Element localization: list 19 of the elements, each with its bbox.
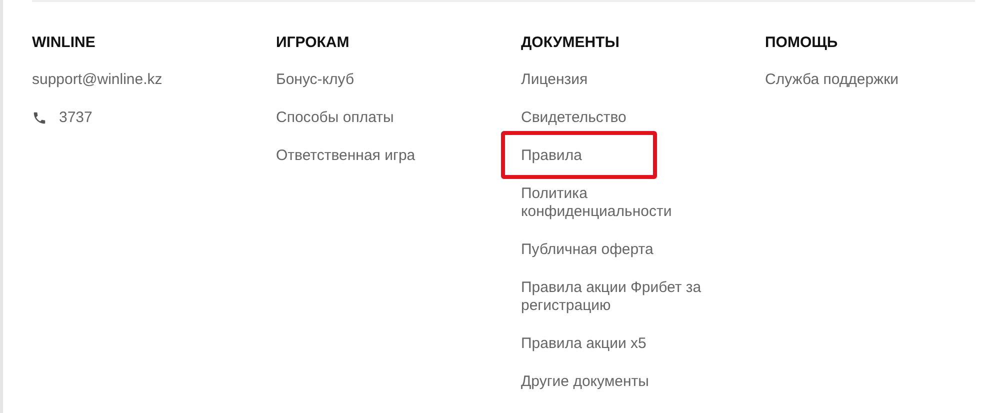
- phone-icon: [32, 110, 47, 126]
- footer-link[interactable]: Правила акции x5: [521, 335, 646, 353]
- footer-link[interactable]: Правила акции Фрибет за регистрацию: [521, 279, 726, 315]
- phone-link[interactable]: 3737: [59, 109, 92, 127]
- footer-link[interactable]: Служба поддержки: [765, 71, 899, 89]
- column-heading: WINLINE: [32, 34, 96, 52]
- footer-link[interactable]: Публичная оферта: [521, 241, 654, 259]
- footer-link[interactable]: Способы оплаты: [276, 109, 394, 127]
- footer-link[interactable]: Бонус-клуб: [276, 71, 354, 89]
- email-link[interactable]: support@winline.kz: [32, 71, 162, 89]
- column-heading: ИГРОКАМ: [276, 34, 350, 52]
- column-heading: ДОКУМЕНТЫ: [521, 34, 620, 52]
- footer-link[interactable]: Свидетельство: [521, 109, 626, 127]
- footer-link[interactable]: Политика конфиденциальности: [521, 185, 726, 221]
- footer-link[interactable]: Другие документы: [521, 373, 649, 391]
- column-heading: ПОМОЩЬ: [765, 34, 838, 52]
- footer-link[interactable]: Ответственная игра: [276, 147, 416, 165]
- footer-link[interactable]: Лицензия: [521, 71, 588, 89]
- footer-link[interactable]: Правила: [521, 147, 582, 165]
